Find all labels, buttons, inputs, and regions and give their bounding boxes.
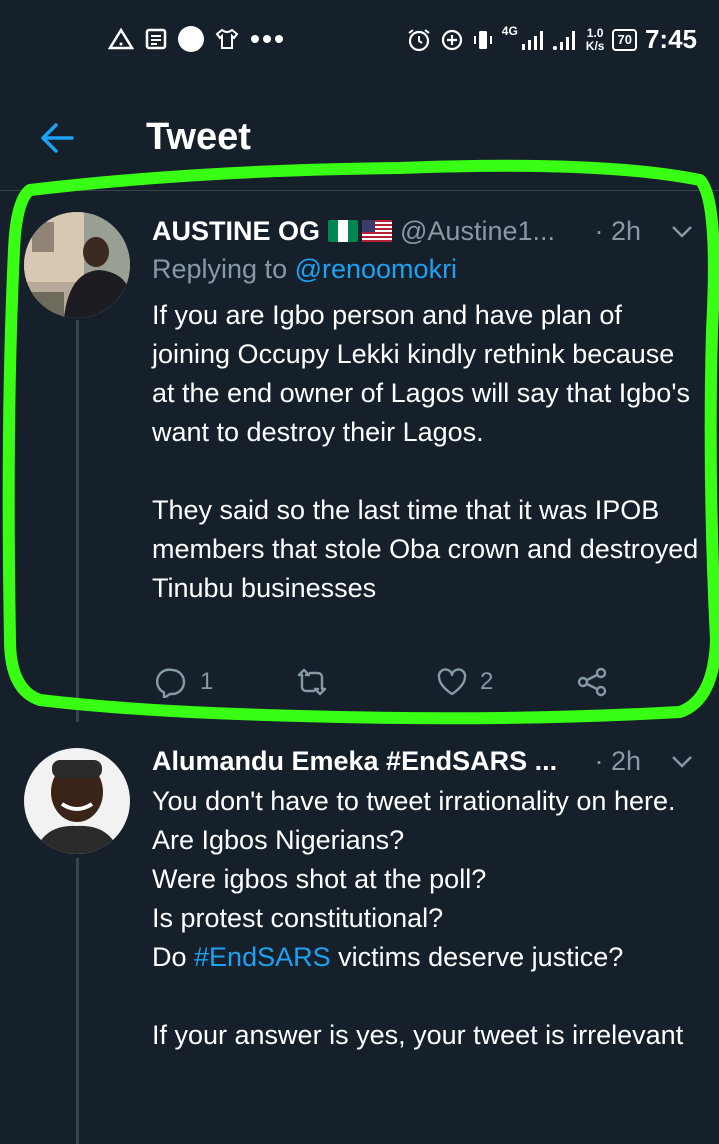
- nigeria-flag-icon: [328, 220, 359, 242]
- data-saver-icon: [441, 29, 462, 50]
- gallery-icon: [145, 28, 167, 50]
- retweet-icon: [297, 668, 327, 696]
- tweet-header: AUSTINE OG @Austine1... · 2h: [152, 214, 699, 248]
- system-icons: 4G 1.0 K/s 70 7:45: [406, 24, 697, 55]
- reply-count: 1: [200, 668, 214, 695]
- share-button[interactable]: [576, 666, 608, 698]
- author-handle[interactable]: @Austine1...: [400, 216, 555, 247]
- back-arrow-icon[interactable]: [36, 116, 80, 160]
- avatar-alumandu[interactable]: [24, 748, 130, 854]
- like-count: 2: [480, 668, 494, 695]
- signal-2-icon: [552, 30, 575, 50]
- share-icon: [577, 667, 607, 697]
- notification-icons: [108, 26, 284, 52]
- network-speed: 1.0 K/s: [585, 25, 605, 53]
- replying-prefix: Replying to: [152, 254, 295, 284]
- alarm-icon: [408, 28, 430, 51]
- like-button[interactable]: 2: [436, 666, 493, 698]
- tweet-time: · 2h: [594, 215, 641, 246]
- vibrate-icon: [473, 30, 492, 49]
- chevron-down-icon-2[interactable]: [669, 748, 695, 774]
- replying-to-link[interactable]: @renoomokri: [295, 254, 457, 284]
- hashtag-endsars[interactable]: #EndSARS: [194, 942, 331, 972]
- chevron-down-icon[interactable]: [669, 218, 695, 244]
- tweet-actions: 1 2: [152, 666, 632, 706]
- network-type: 4G: [501, 24, 518, 38]
- more-dots-icon: [251, 35, 283, 43]
- replying-to: Replying to @renoomokri: [152, 254, 457, 285]
- page-title: Tweet: [146, 116, 251, 158]
- shirt-icon: [215, 28, 239, 49]
- record-icon: [178, 26, 204, 52]
- signal-icon: [521, 30, 543, 50]
- thread-line: [76, 320, 79, 722]
- retweet-button[interactable]: [296, 666, 328, 698]
- status-bar: 4G 1.0 K/s 70 7:45: [0, 0, 719, 82]
- reply-icon: [156, 668, 186, 698]
- avatar-austine[interactable]: [24, 212, 130, 318]
- heart-icon: [437, 668, 467, 696]
- clock: 7:45: [644, 24, 697, 54]
- network-speed-value: 1.0: [586, 25, 604, 40]
- tweet-text-2: You don't have to tweet irrationality on…: [152, 782, 700, 1055]
- usa-flag-icon: [362, 220, 393, 242]
- tweet-time-2: · 2h: [594, 745, 641, 776]
- battery-indicator: 70: [612, 28, 637, 51]
- tweet-2[interactable]: Alumandu Emeka #EndSARS ... · 2h You don…: [0, 722, 719, 1144]
- warning-triangle-icon: [108, 27, 134, 50]
- tweet-text: If you are Igbo person and have plan of …: [152, 300, 699, 603]
- author-name[interactable]: AUSTINE OG: [152, 216, 320, 247]
- flags: [328, 220, 393, 242]
- tweet-1[interactable]: AUSTINE OG @Austine1... · 2h Replying to…: [0, 192, 719, 722]
- tweet-header-2: Alumandu Emeka #EndSARS ... · 2h: [152, 744, 699, 778]
- thread-line-2: [76, 858, 79, 1144]
- app-bar: Tweet: [0, 98, 719, 191]
- author-name-2[interactable]: Alumandu Emeka #EndSARS ...: [152, 746, 557, 777]
- network-speed-unit: K/s: [585, 38, 605, 53]
- reply-button[interactable]: 1: [156, 666, 213, 698]
